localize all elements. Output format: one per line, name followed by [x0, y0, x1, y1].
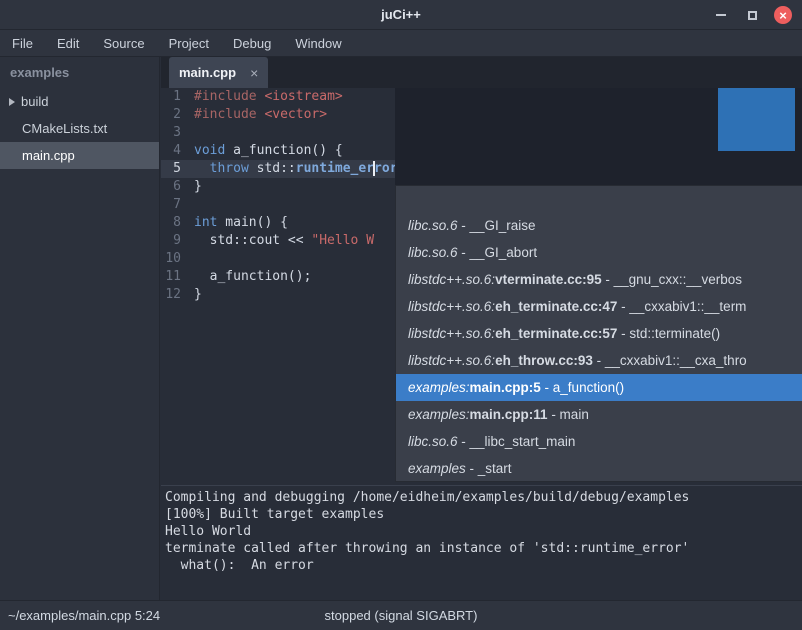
menu-source[interactable]: Source [103, 36, 144, 51]
terminal-line: Compiling and debugging /home/eidheim/ex… [165, 489, 798, 506]
menubar: File Edit Source Project Debug Window [0, 30, 802, 57]
debug-tooltip-panel [395, 88, 802, 185]
line-number: 8 [161, 214, 188, 232]
line-number: 5 [161, 160, 188, 178]
code-text: } [188, 286, 202, 304]
menu-debug[interactable]: Debug [233, 36, 271, 51]
maximize-icon [748, 11, 757, 20]
code-text [188, 124, 194, 142]
window-title: juCi++ [0, 0, 802, 30]
code-text: #include <vector> [188, 106, 327, 124]
backtrace-item[interactable]: libc.so.6 - __GI_raise [396, 212, 802, 239]
backtrace-item[interactable]: libc.so.6 - __libc_start_main [396, 428, 802, 455]
line-number: 10 [161, 250, 188, 268]
tree-item-build[interactable]: build [0, 88, 159, 115]
terminal-line: Hello World [165, 523, 798, 540]
close-button[interactable]: × [774, 6, 792, 24]
backtrace-item[interactable]: examples - _start [396, 455, 802, 482]
file-tree: build CMakeLists.txt main.cpp [0, 88, 159, 169]
tree-item-main-cpp[interactable]: main.cpp [0, 142, 159, 169]
project-name-header: examples [0, 57, 159, 88]
close-icon: × [779, 9, 787, 22]
status-debug-state: stopped (signal SIGABRT) [0, 601, 802, 630]
line-number: 1 [161, 88, 188, 106]
backtrace-item[interactable]: libc.so.6 - __GI_abort [396, 239, 802, 266]
app-window: juCi++ × File Edit Source Project Debug Windo… [0, 0, 802, 630]
code-text [188, 250, 194, 268]
tab-label: main.cpp [179, 65, 236, 80]
line-number: 6 [161, 178, 188, 196]
line-number: 9 [161, 232, 188, 250]
backtrace-item[interactable]: examples:main.cpp:11 - main [396, 401, 802, 428]
maximize-button[interactable] [743, 6, 761, 24]
status-bar: ~/examples/main.cpp 5:24 stopped (signal… [0, 600, 802, 630]
code-text: } [188, 178, 202, 196]
backtrace-item[interactable]: libstdc++.so.6:eh_terminate.cc:57 - std:… [396, 320, 802, 347]
terminal-line: [100%] Built target examples [165, 506, 798, 523]
tree-item-label: build [21, 94, 48, 109]
backtrace-item[interactable]: libstdc++.so.6:eh_terminate.cc:47 - __cx… [396, 293, 802, 320]
minimize-button[interactable] [712, 6, 730, 24]
titlebar[interactable]: juCi++ × [0, 0, 802, 30]
line-number: 12 [161, 286, 188, 304]
menu-project[interactable]: Project [169, 36, 209, 51]
tree-item-label: main.cpp [22, 148, 75, 163]
line-number: 2 [161, 106, 188, 124]
backtrace-item[interactable]: libstdc++.so.6:vterminate.cc:95 - __gnu_… [396, 266, 802, 293]
tab-bar: main.cpp × [161, 57, 802, 88]
terminal-line: what(): An error [165, 557, 798, 574]
file-tree-sidebar: examples build CMakeLists.txt main.cpp [0, 57, 160, 600]
tab-close-icon[interactable]: × [250, 65, 258, 81]
line-number: 11 [161, 268, 188, 286]
backtrace-popup: libc.so.6 - __GI_raiselibc.so.6 - __GI_a… [395, 185, 802, 482]
terminal-line: terminate called after throwing an insta… [165, 540, 798, 557]
code-text: std::cout << "Hello W [188, 232, 374, 250]
tab-main-cpp[interactable]: main.cpp × [169, 57, 268, 88]
line-number: 7 [161, 196, 188, 214]
menu-window[interactable]: Window [295, 36, 341, 51]
tree-item-label: CMakeLists.txt [22, 121, 107, 136]
window-controls: × [712, 0, 792, 30]
backtrace-item[interactable]: libstdc++.so.6:eh_throw.cc:93 - __cxxabi… [396, 347, 802, 374]
line-number: 3 [161, 124, 188, 142]
tree-item-cmakelists-txt[interactable]: CMakeLists.txt [0, 115, 159, 142]
code-text [188, 196, 194, 214]
terminal-output[interactable]: Compiling and debugging /home/eidheim/ex… [161, 485, 802, 600]
code-text: a_function(); [188, 268, 311, 286]
menu-edit[interactable]: Edit [57, 36, 79, 51]
tooltip-highlight-block [718, 88, 795, 151]
code-text: int main() { [188, 214, 288, 232]
chevron-right-icon [9, 98, 15, 106]
backtrace-item[interactable]: examples:main.cpp:5 - a_function() [396, 374, 802, 401]
code-text: void a_function() { [188, 142, 343, 160]
code-text: #include <iostream> [188, 88, 343, 106]
line-number: 4 [161, 142, 188, 160]
minimize-icon [716, 14, 726, 16]
menu-file[interactable]: File [12, 36, 33, 51]
